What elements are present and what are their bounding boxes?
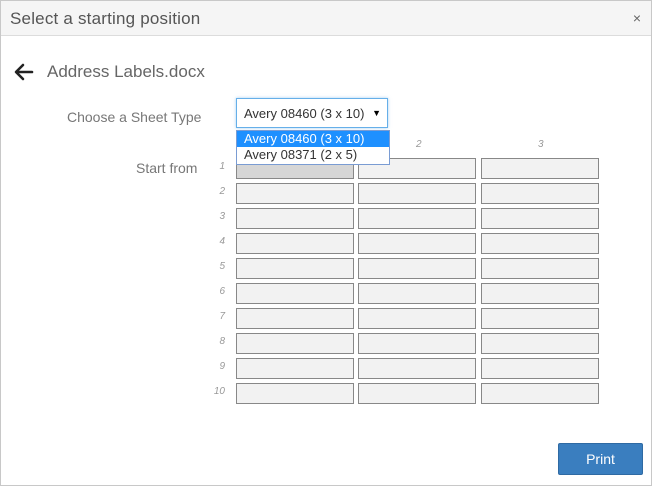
file-name: Address Labels.docx xyxy=(47,62,205,81)
column-number: 3 xyxy=(538,139,544,150)
row-number: 9 xyxy=(219,361,225,372)
label-cell[interactable] xyxy=(481,383,599,404)
label-cell[interactable] xyxy=(358,308,476,329)
label-cell[interactable] xyxy=(358,208,476,229)
label-cell[interactable] xyxy=(481,258,599,279)
row-number: 4 xyxy=(219,236,225,247)
row-number: 2 xyxy=(219,186,225,197)
label-cell[interactable] xyxy=(236,333,354,354)
label-cell[interactable] xyxy=(481,333,599,354)
arrow-left-icon[interactable] xyxy=(13,61,35,83)
row-number: 5 xyxy=(219,261,225,272)
sheet-type-label: Choose a Sheet Type xyxy=(67,109,202,125)
label-cell[interactable] xyxy=(481,233,599,254)
close-icon[interactable]: × xyxy=(633,10,641,26)
dialog-titlebar: Select a starting position × xyxy=(1,1,651,36)
row-number: 8 xyxy=(219,336,225,347)
dropdown-arrow-icon: ▼ xyxy=(372,108,381,118)
label-cell[interactable] xyxy=(481,208,599,229)
print-button[interactable]: Print xyxy=(558,443,643,475)
column-number: 2 xyxy=(416,139,422,150)
row-number: 7 xyxy=(219,311,225,322)
label-cell[interactable] xyxy=(236,383,354,404)
label-cell[interactable] xyxy=(481,183,599,204)
row-number: 6 xyxy=(219,286,225,297)
sheet-type-options: Avery 08460 (3 x 10) Avery 08371 (2 x 5) xyxy=(236,130,390,165)
row-number: 1 xyxy=(219,161,225,172)
sheet-type-select[interactable]: Avery 08460 (3 x 10) ▼ xyxy=(236,98,388,128)
label-cell[interactable] xyxy=(358,358,476,379)
label-cell[interactable] xyxy=(236,358,354,379)
label-cell[interactable] xyxy=(481,158,599,179)
row-number: 3 xyxy=(219,211,225,222)
row-number: 10 xyxy=(213,386,225,397)
starting-position-dialog: Select a starting position × Address Lab… xyxy=(0,0,652,486)
label-cell[interactable] xyxy=(481,358,599,379)
start-from-label: Start from xyxy=(136,160,198,176)
label-cell[interactable] xyxy=(358,233,476,254)
label-cell[interactable] xyxy=(481,283,599,304)
label-cell[interactable] xyxy=(481,308,599,329)
sheet-type-value: Avery 08460 (3 x 10) xyxy=(244,106,365,121)
label-cell[interactable] xyxy=(236,208,354,229)
label-cell[interactable] xyxy=(236,308,354,329)
label-cell[interactable] xyxy=(236,183,354,204)
sheet-option-avery-08460[interactable]: Avery 08460 (3 x 10) xyxy=(237,131,389,147)
label-cell[interactable] xyxy=(358,258,476,279)
dialog-title: Select a starting position xyxy=(10,9,201,28)
label-cell[interactable] xyxy=(236,283,354,304)
label-cell[interactable] xyxy=(358,283,476,304)
label-cell[interactable] xyxy=(358,183,476,204)
label-cell[interactable] xyxy=(358,383,476,404)
sheet-option-avery-08371[interactable]: Avery 08371 (2 x 5) xyxy=(237,147,389,163)
label-cell[interactable] xyxy=(236,233,354,254)
label-cell[interactable] xyxy=(236,258,354,279)
label-cell[interactable] xyxy=(358,333,476,354)
